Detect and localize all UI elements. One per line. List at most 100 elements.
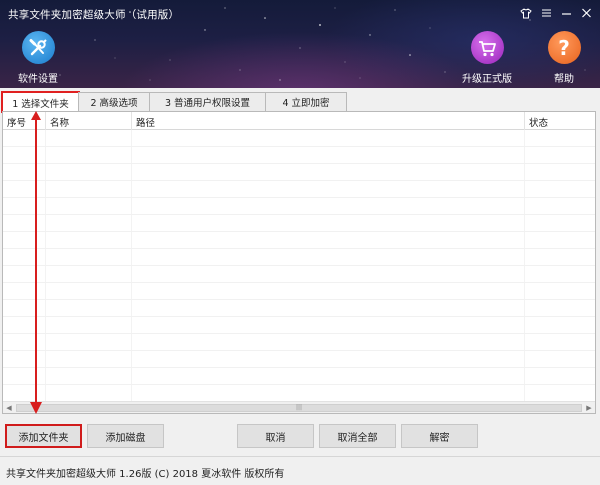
table-cell xyxy=(46,317,132,333)
software-settings-label: 软件设置 xyxy=(18,74,58,85)
table-cell xyxy=(46,351,132,367)
table-row[interactable] xyxy=(3,147,595,164)
table-cell xyxy=(132,351,525,367)
table-row[interactable] xyxy=(3,300,595,317)
table-cell xyxy=(525,351,595,367)
table-cell xyxy=(3,215,46,231)
table-cell xyxy=(3,300,46,316)
table-cell xyxy=(3,198,46,214)
title-bar[interactable]: 共享文件夹加密超级大师（试用版） xyxy=(0,0,600,26)
table-cell xyxy=(46,147,132,163)
column-header-path[interactable]: 路径 xyxy=(132,112,525,130)
folder-list-table[interactable]: 序号 名称 路径 状态 ◀ ||| ▶ xyxy=(2,111,596,414)
table-cell xyxy=(525,232,595,248)
table-cell xyxy=(525,164,595,180)
table-cell xyxy=(3,164,46,180)
tab-user-permissions[interactable]: 3 普通用户权限设置 xyxy=(149,92,266,111)
help-label: 帮助 xyxy=(554,74,574,85)
table-cell xyxy=(132,147,525,163)
table-row[interactable] xyxy=(3,266,595,283)
table-cell xyxy=(46,130,132,146)
table-cell xyxy=(132,385,525,401)
table-cell xyxy=(525,215,595,231)
table-cell xyxy=(525,334,595,350)
scroll-left-icon[interactable]: ◀ xyxy=(3,402,15,414)
table-cell xyxy=(46,334,132,350)
software-settings-button[interactable]: 软件设置 xyxy=(13,31,63,85)
status-bar: 共享文件夹加密超级大师 1.26版 (C) 2018 夏冰软件 版权所有 xyxy=(0,456,600,485)
tab-encrypt-now[interactable]: 4 立即加密 xyxy=(265,92,347,111)
scroll-track[interactable]: ||| xyxy=(16,403,582,412)
table-cell xyxy=(3,232,46,248)
table-row[interactable] xyxy=(3,249,595,266)
table-row[interactable] xyxy=(3,181,595,198)
column-header-index[interactable]: 序号 xyxy=(3,112,46,130)
table-cell xyxy=(132,164,525,180)
shirt-icon[interactable] xyxy=(518,5,534,21)
add-folder-button[interactable]: 添加文件夹 xyxy=(5,424,82,448)
window-controls xyxy=(518,5,594,21)
table-cell xyxy=(525,130,595,146)
table-cell xyxy=(132,181,525,197)
table-row[interactable] xyxy=(3,317,595,334)
table-row[interactable] xyxy=(3,164,595,181)
table-cell xyxy=(132,300,525,316)
table-cell xyxy=(132,249,525,265)
table-row[interactable] xyxy=(3,215,595,232)
help-button[interactable]: ? 帮助 xyxy=(539,31,589,85)
cart-icon xyxy=(470,31,504,64)
header-banner: 共享文件夹加密超级大师（试用版） 软件设置 升级正式版 ? 帮助 xyxy=(0,0,600,88)
upgrade-button[interactable]: 升级正式版 xyxy=(462,31,512,85)
table-cell xyxy=(3,283,46,299)
table-cell xyxy=(525,385,595,401)
table-row[interactable] xyxy=(3,198,595,215)
table-cell xyxy=(3,249,46,265)
table-cell xyxy=(3,368,46,384)
table-cell xyxy=(46,249,132,265)
table-cell xyxy=(3,181,46,197)
table-row[interactable] xyxy=(3,368,595,385)
column-header-name[interactable]: 名称 xyxy=(46,112,132,130)
horizontal-scrollbar[interactable]: ◀ ||| ▶ xyxy=(3,401,595,413)
table-cell xyxy=(132,266,525,282)
window-title: 共享文件夹加密超级大师（试用版） xyxy=(8,9,180,21)
table-cell xyxy=(3,147,46,163)
decrypt-button[interactable]: 解密 xyxy=(401,424,478,448)
table-cell xyxy=(3,334,46,350)
table-cell xyxy=(46,385,132,401)
table-body xyxy=(3,130,595,402)
table-cell xyxy=(46,181,132,197)
table-row[interactable] xyxy=(3,232,595,249)
table-cell xyxy=(132,283,525,299)
table-row[interactable] xyxy=(3,351,595,368)
table-cell xyxy=(525,283,595,299)
column-header-status[interactable]: 状态 xyxy=(525,112,595,130)
menu-icon[interactable] xyxy=(538,5,554,21)
table-row[interactable] xyxy=(3,334,595,351)
close-icon[interactable] xyxy=(578,5,594,21)
table-row[interactable] xyxy=(3,385,595,402)
tab-select-folder[interactable]: 1 选择文件夹 xyxy=(1,91,80,113)
tab-advanced-options[interactable]: 2 高级选项 xyxy=(78,92,150,111)
table-cell xyxy=(525,198,595,214)
table-cell xyxy=(132,215,525,231)
table-cell xyxy=(525,249,595,265)
table-cell xyxy=(3,317,46,333)
cancel-all-button[interactable]: 取消全部 xyxy=(319,424,396,448)
cancel-button[interactable]: 取消 xyxy=(237,424,314,448)
table-cell xyxy=(46,283,132,299)
table-cell xyxy=(132,130,525,146)
table-cell xyxy=(46,368,132,384)
table-row[interactable] xyxy=(3,130,595,147)
table-cell xyxy=(525,368,595,384)
table-cell xyxy=(46,300,132,316)
table-cell xyxy=(3,351,46,367)
scroll-right-icon[interactable]: ▶ xyxy=(583,402,595,414)
minimize-icon[interactable] xyxy=(558,5,574,21)
table-row[interactable] xyxy=(3,283,595,300)
table-cell xyxy=(46,215,132,231)
add-disk-button[interactable]: 添加磁盘 xyxy=(87,424,164,448)
table-cell xyxy=(132,334,525,350)
table-cell xyxy=(525,266,595,282)
table-cell xyxy=(132,368,525,384)
